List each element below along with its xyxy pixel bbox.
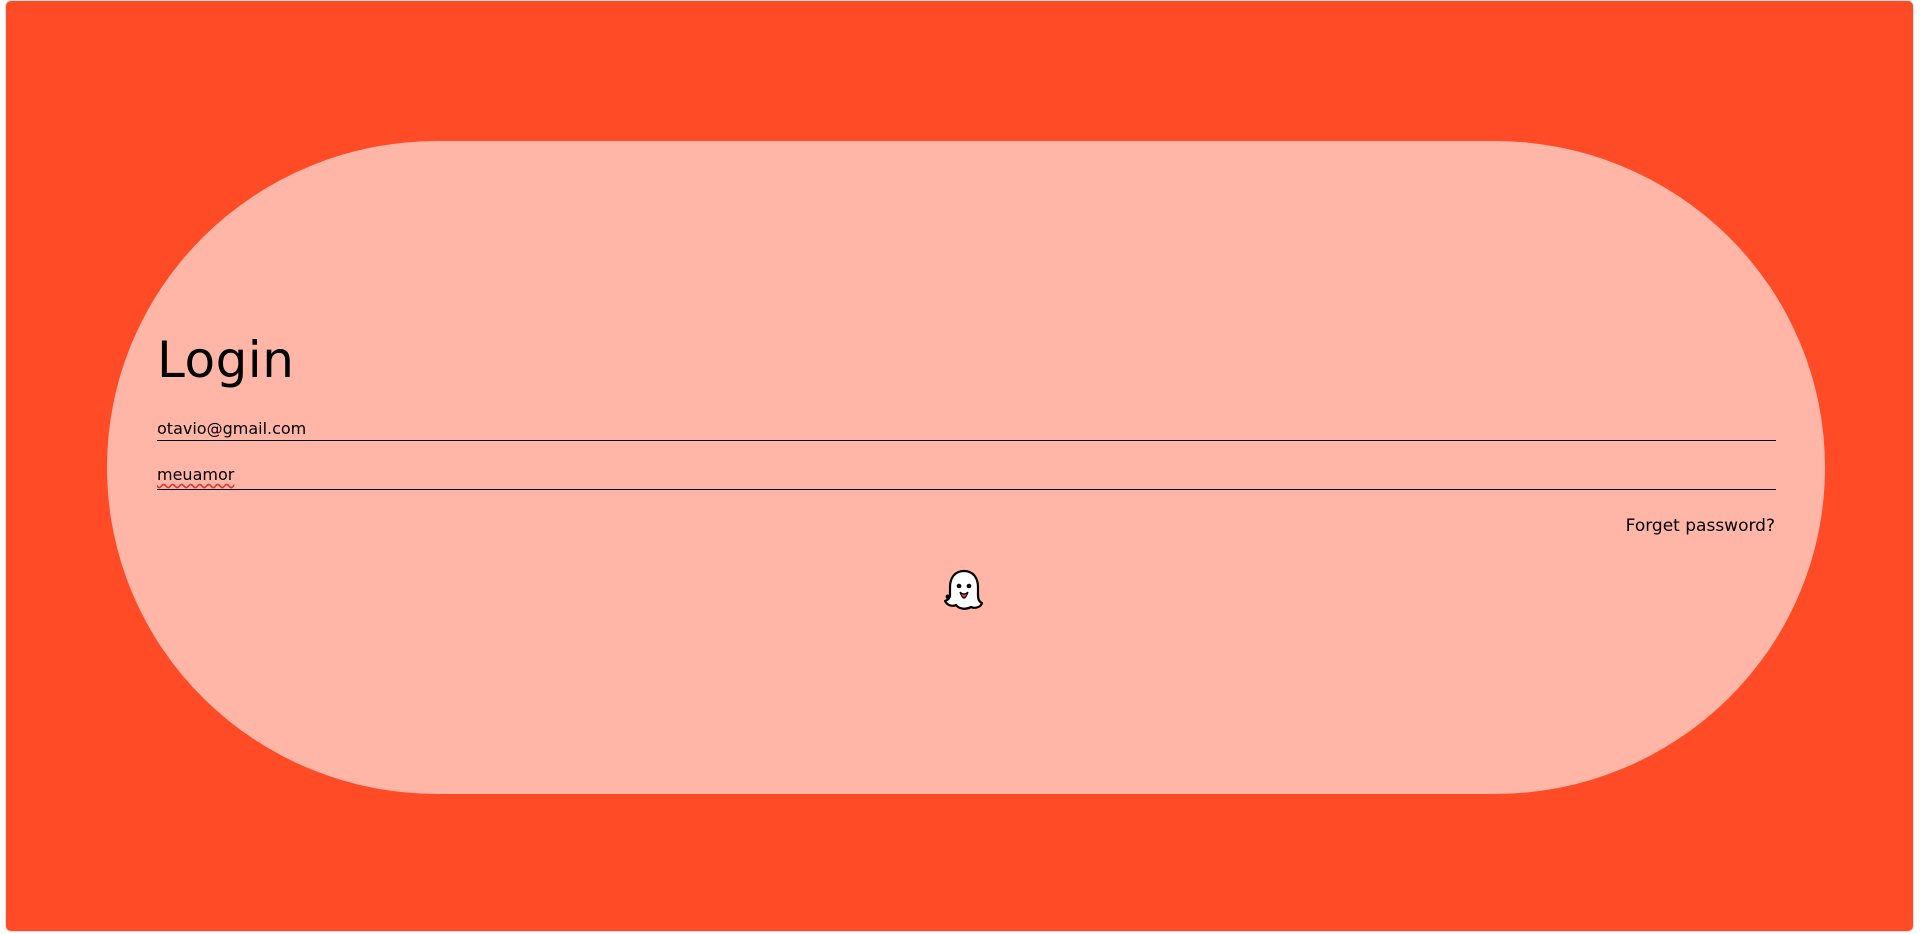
app-window: Login meuamor Forget password? (5, 0, 1914, 932)
email-field[interactable] (157, 416, 1776, 441)
password-field[interactable]: meuamor (157, 465, 1776, 490)
password-value: meuamor (157, 465, 235, 484)
submit-button[interactable] (941, 567, 987, 613)
ghost-icon (943, 569, 984, 610)
forgot-password-link[interactable]: Forget password? (1626, 516, 1775, 536)
login-card: Login meuamor Forget password? (107, 141, 1825, 794)
page-title: Login (157, 331, 295, 389)
